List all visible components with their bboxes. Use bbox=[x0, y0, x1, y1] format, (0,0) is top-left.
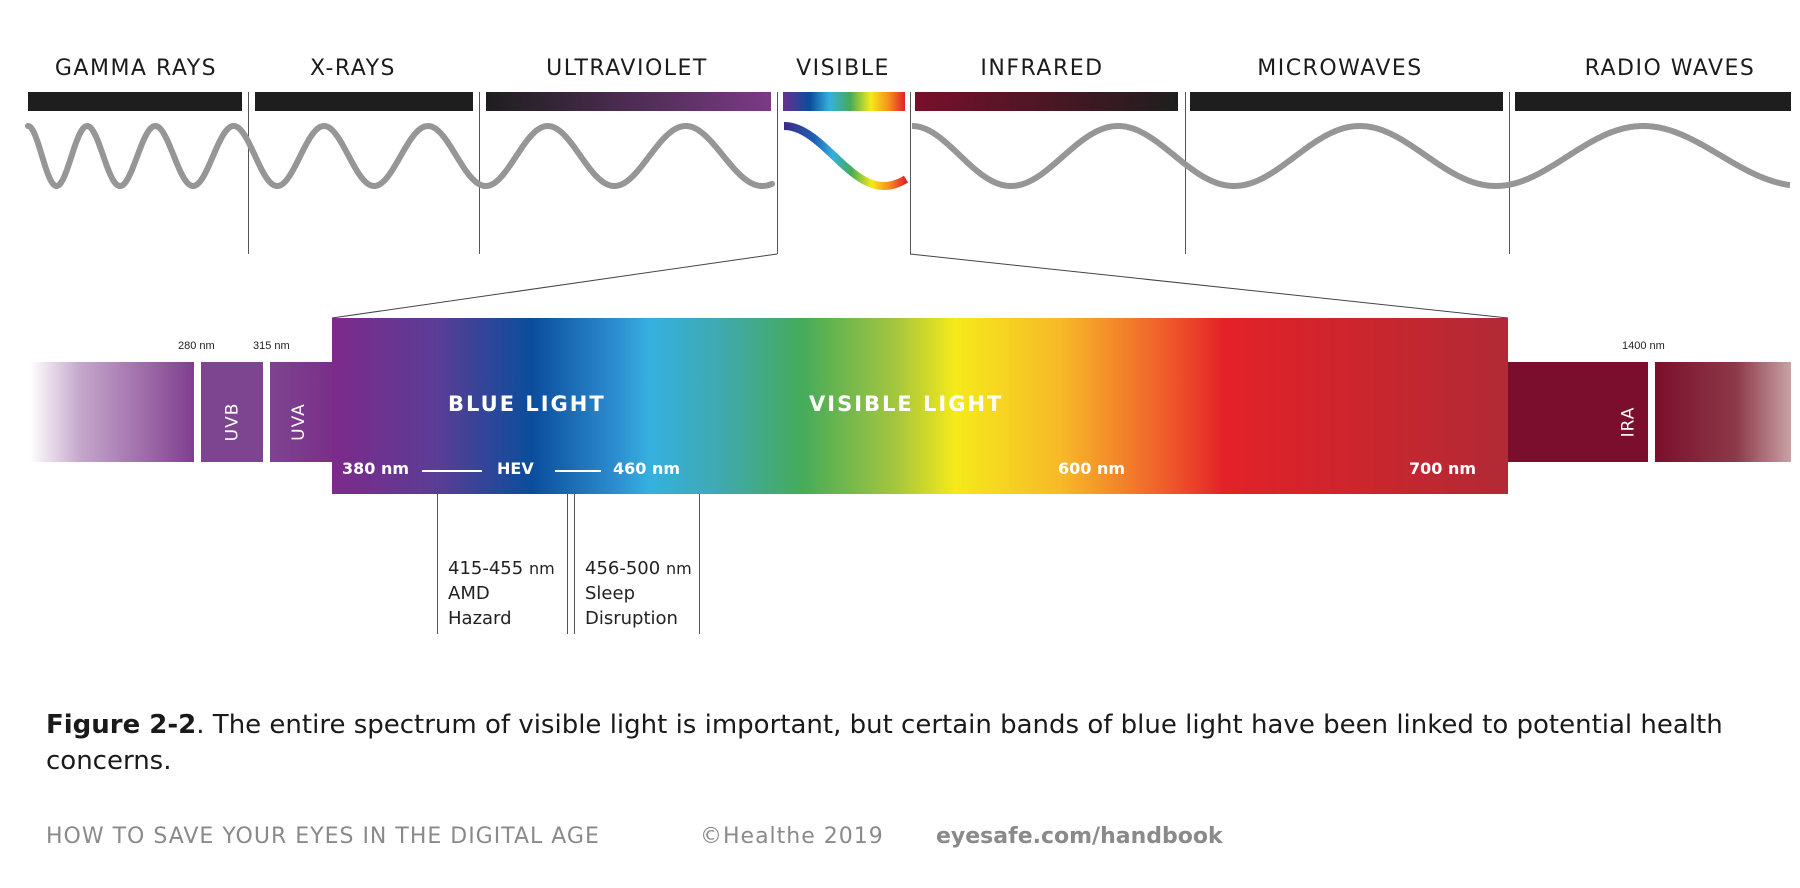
wavelength-600nm: 600 nm bbox=[1058, 459, 1126, 478]
callout-unit: nm bbox=[528, 559, 555, 578]
wavelength-700nm: 700 nm bbox=[1409, 459, 1477, 478]
uv-boundary-280nm: 280 nm bbox=[178, 340, 215, 352]
callout-amd-hazard: 415-455 nm AMD Hazard bbox=[448, 556, 555, 631]
wave-short-wavelength bbox=[25, 122, 775, 190]
callout-line-text: Disruption bbox=[585, 608, 678, 629]
figure-caption: Figure 2-2. The entire spectrum of visib… bbox=[46, 707, 1746, 779]
wave-visible bbox=[784, 122, 909, 190]
callout-line bbox=[574, 494, 575, 634]
callout-sleep-disruption: 456-500 nm Sleep Disruption bbox=[585, 556, 692, 631]
visible-light-label: VISIBLE LIGHT bbox=[809, 392, 1004, 416]
uv-block-uvc bbox=[30, 362, 194, 462]
footer-url[interactable]: eyesafe.com/handbook bbox=[936, 824, 1223, 849]
uva-label: UVA bbox=[288, 403, 309, 441]
hev-line-right bbox=[555, 470, 601, 472]
callout-line-text: Sleep bbox=[585, 583, 636, 604]
callout-unit: nm bbox=[665, 559, 692, 578]
uv-block-uva: UVA bbox=[270, 362, 332, 462]
callout-line bbox=[437, 494, 438, 634]
wavelength-380nm: 380 nm bbox=[342, 459, 410, 478]
callout-line bbox=[699, 494, 700, 634]
ira-label: IRA bbox=[1618, 406, 1639, 438]
callout-range: 415-455 bbox=[448, 558, 524, 579]
ir-boundary-1400nm: 1400 nm bbox=[1622, 340, 1665, 352]
blue-light-label: BLUE LIGHT bbox=[448, 392, 606, 416]
zoom-line-left bbox=[331, 253, 778, 319]
hev-line-left bbox=[422, 470, 482, 472]
wave-long-wavelength bbox=[912, 123, 1791, 189]
callout-range: 456-500 bbox=[585, 558, 661, 579]
footer-copyright: ©Healthe 2019 bbox=[700, 824, 884, 849]
caption-text: . The entire spectrum of visible light i… bbox=[46, 710, 1723, 776]
uv-boundary-315nm: 315 nm bbox=[253, 340, 290, 352]
figure-label: Figure 2-2 bbox=[46, 710, 197, 740]
footer-book-title: HOW TO SAVE YOUR EYES IN THE DIGITAL AGE bbox=[46, 824, 600, 849]
ir-block-irb bbox=[1655, 362, 1791, 462]
callout-line-text: AMD bbox=[448, 583, 490, 604]
ir-block-ira: IRA bbox=[1508, 362, 1648, 462]
wavelength-460nm: 460 nm bbox=[613, 459, 681, 478]
zoom-line-right bbox=[909, 253, 1509, 319]
hev-label: HEV bbox=[497, 459, 534, 478]
uvb-label: UVB bbox=[222, 402, 243, 442]
uv-block-uvb: UVB bbox=[201, 362, 263, 462]
callout-line-text: Hazard bbox=[448, 608, 512, 629]
callout-line bbox=[567, 494, 568, 634]
